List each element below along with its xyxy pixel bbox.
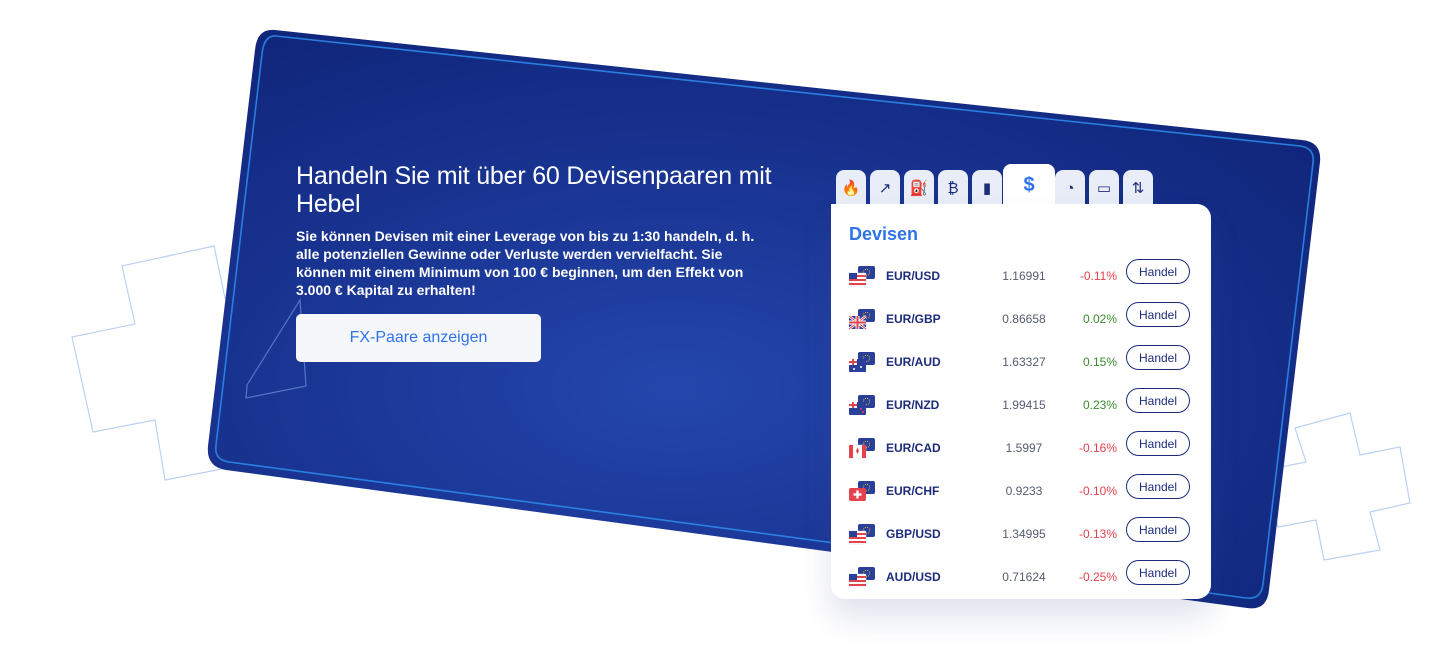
flame-icon: 🔥 <box>841 180 861 197</box>
trade-button[interactable]: Handel <box>1126 259 1190 284</box>
instrument-change: -0.10% <box>1078 484 1117 498</box>
uk-flag-icon <box>849 309 875 330</box>
dollar-icon: $ <box>1023 173 1035 196</box>
forex-instruments-panel: Devisen EUR/USD 1.16991 -0.11% Handel EUR/GB… <box>831 204 1211 599</box>
instrument-change: -0.11% <box>1079 269 1117 283</box>
tab-trending[interactable]: ↗ <box>870 170 900 206</box>
instrument-change: -0.25% <box>1078 570 1117 584</box>
trade-button[interactable]: Handel <box>1126 517 1190 542</box>
hero-title: Handeln Sie mit über 60 Devisenpaaren mi… <box>296 162 772 218</box>
trade-button[interactable]: Handel <box>1126 431 1190 456</box>
instrument-change: 0.23% <box>1082 398 1117 412</box>
hero-description: Sie können Devisen mit einer Leverage vo… <box>296 228 755 298</box>
instrument-pair: EUR/CAD <box>886 441 941 455</box>
instrument-row: EUR/AUD 1.63327 0.15% Handel <box>831 342 1211 385</box>
tab-stocks[interactable]: ▭ <box>1089 170 1119 206</box>
instrument-change: 0.02% <box>1082 312 1117 326</box>
trending-up-icon: ↗ <box>878 180 892 197</box>
briefcase-icon: ▭ <box>1096 180 1112 197</box>
instrument-price: 1.5997 <box>1005 441 1043 455</box>
us-flag-icon <box>849 524 875 545</box>
instrument-change: 0.15% <box>1082 355 1117 369</box>
instrument-pair: EUR/NZD <box>886 398 940 412</box>
instrument-price: 1.34995 <box>1002 527 1046 541</box>
bar-chart-icon: ▮ <box>982 180 992 197</box>
instrument-pair: EUR/USD <box>886 269 941 283</box>
trade-button[interactable]: Handel <box>1126 474 1190 499</box>
tab-popular[interactable]: 🔥 <box>836 170 866 206</box>
instrument-pair: EUR/AUD <box>886 355 941 369</box>
nz-flag-icon <box>849 395 875 415</box>
instrument-pair: GBP/USD <box>886 527 941 541</box>
instrument-row: GBP/USD 1.34995 -0.13% Handel <box>831 514 1211 557</box>
tab-indices[interactable]: ▮ <box>972 170 1002 206</box>
hero-section: Handeln Sie mit über 60 Devisenpaaren mi… <box>296 162 776 362</box>
bitcoin-icon: ₿ <box>947 179 959 197</box>
tab-crypto[interactable]: ₿ <box>938 170 968 206</box>
clock-24-icon: ◔ <box>1065 179 1075 197</box>
arrows-up-down-icon: ⇅ <box>1131 180 1145 197</box>
instrument-row: EUR/NZD 1.99415 0.23% Handel <box>831 385 1211 428</box>
instrument-change: -0.13% <box>1078 527 1117 541</box>
instrument-pair: EUR/GBP <box>886 312 941 326</box>
instrument-price: 1.16991 <box>1002 269 1046 283</box>
us-flag-icon <box>849 567 875 588</box>
ca-flag-icon <box>849 438 875 459</box>
instrument-pair: EUR/CHF <box>886 484 940 498</box>
instrument-row: EUR/GBP 0.86658 0.02% Handel <box>831 299 1211 342</box>
instrument-price: 0.86658 <box>1002 312 1046 326</box>
instrument-price: 1.99415 <box>1002 398 1046 412</box>
panel-title: Devisen <box>849 224 919 244</box>
trade-button[interactable]: Handel <box>1126 302 1190 327</box>
hero-banner-background <box>207 29 1321 609</box>
instrument-price: 1.63327 <box>1002 355 1046 369</box>
trade-button[interactable]: Handel <box>1126 560 1190 585</box>
tab-etf[interactable]: ⇅ <box>1123 170 1153 206</box>
instrument-change: -0.16% <box>1078 441 1117 455</box>
trade-button[interactable]: Handel <box>1126 345 1190 370</box>
tab-commodities[interactable]: ⛽ <box>904 170 934 206</box>
instrument-pair: AUD/USD <box>886 570 941 584</box>
instrument-row: EUR/USD 1.16991 -0.11% Handel <box>831 256 1211 299</box>
instrument-row: EUR/CHF 0.9233 -0.10% Handel <box>831 471 1211 514</box>
au-flag-icon <box>849 352 875 372</box>
us-flag-icon <box>849 266 875 287</box>
tab-trading-hours[interactable]: ◔ <box>1055 170 1085 206</box>
instrument-row: EUR/CAD 1.5997 -0.16% Handel <box>831 428 1211 471</box>
show-fx-pairs-button[interactable]: FX-Paare anzeigen <box>296 314 541 362</box>
instrument-price: 0.9233 <box>1005 484 1043 498</box>
trade-button[interactable]: Handel <box>1126 388 1190 413</box>
ch-flag-icon <box>849 481 875 501</box>
instrument-price: 0.71624 <box>1002 570 1046 584</box>
oil-barrel-icon: ⛽ <box>909 180 929 197</box>
instrument-row: AUD/USD 0.71624 -0.25% Handel <box>831 557 1211 600</box>
tab-forex[interactable]: $ <box>1003 164 1055 206</box>
